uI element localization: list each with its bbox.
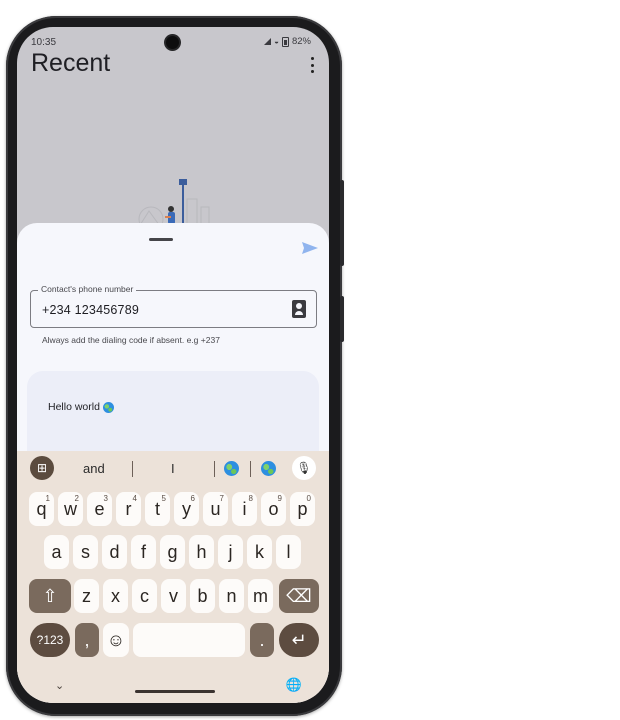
key-j[interactable]: j — [218, 535, 243, 569]
battery-percent: 82% — [291, 36, 311, 47]
key-hint: 3 — [103, 494, 108, 503]
enter-icon: ↵ — [291, 629, 307, 650]
send-icon[interactable] — [301, 241, 319, 255]
key-z[interactable]: z — [74, 579, 99, 613]
key-f[interactable]: f — [131, 535, 156, 569]
key-u[interactable]: u7 — [203, 492, 228, 526]
key-hint: 9 — [277, 494, 282, 503]
key-s[interactable]: s — [73, 535, 98, 569]
key-n[interactable]: n — [219, 579, 244, 613]
key-m[interactable]: m — [248, 579, 273, 613]
language-globe-icon[interactable]: 🌐 — [286, 677, 302, 693]
key-c[interactable]: c — [132, 579, 157, 613]
key-g[interactable]: g — [160, 535, 185, 569]
key-row-2: asdfghjkl — [17, 535, 329, 569]
key-d[interactable]: d — [102, 535, 127, 569]
status-time: 10:35 — [31, 37, 57, 48]
wifi-icon: ◒ — [274, 37, 279, 46]
key-i[interactable]: i8 — [232, 492, 257, 526]
globe-emoji-icon[interactable] — [261, 461, 276, 476]
drag-handle[interactable] — [149, 238, 173, 241]
key-r[interactable]: r4 — [116, 492, 141, 526]
key-k[interactable]: k — [247, 535, 272, 569]
page-title: Recent — [31, 49, 111, 77]
emoji-icon: ☺ — [106, 629, 126, 650]
screen: 10:35 ◒ 82% Recent Contact's phone numbe… — [17, 27, 329, 703]
suggestion-bar: ⊞ and I 🎙 — [17, 451, 329, 484]
suggestion-divider — [214, 461, 215, 477]
status-icons: ◒ 82% — [264, 36, 311, 47]
keyboard-nav-bar: ⌄ 🌐 — [17, 673, 329, 703]
signal-icon — [264, 38, 272, 45]
period-key[interactable]: . — [250, 623, 274, 657]
suggestion-divider — [132, 461, 133, 477]
key-v[interactable]: v — [161, 579, 186, 613]
key-hint: 7 — [219, 494, 224, 503]
globe-emoji-icon[interactable] — [224, 461, 239, 476]
key-o[interactable]: o9 — [261, 492, 286, 526]
key-a[interactable]: a — [44, 535, 69, 569]
key-hint: 6 — [190, 494, 195, 503]
key-hint: 4 — [132, 494, 137, 503]
message-value: Hello world — [48, 401, 100, 413]
backspace-key[interactable]: ⌫ — [279, 579, 319, 613]
key-p[interactable]: p0 — [290, 492, 315, 526]
helper-text: Always add the dialing code if absent. e… — [42, 335, 220, 345]
key-y[interactable]: y6 — [174, 492, 199, 526]
backspace-icon: ⌫ — [286, 585, 312, 606]
comma-key[interactable]: , — [75, 623, 99, 657]
key-row-4: ?123 , ☺ . ↵ — [17, 623, 329, 657]
keyboard: ⊞ and I 🎙 q1w2e3r4t5y6u7i8o9p0 asdfghjkl… — [17, 451, 329, 703]
key-row-1: q1w2e3r4t5y6u7i8o9p0 — [17, 492, 329, 526]
enter-key[interactable]: ↵ — [279, 623, 319, 657]
suggestion-i[interactable]: I — [171, 461, 175, 476]
home-indicator[interactable] — [135, 690, 215, 693]
mic-icon[interactable]: 🎙 — [292, 456, 316, 480]
message-input[interactable]: Hello world — [27, 371, 319, 451]
message-text[interactable]: Hello world — [48, 401, 114, 413]
key-q[interactable]: q1 — [29, 492, 54, 526]
phone-number-value[interactable]: +234 123456789 — [42, 303, 139, 317]
key-hint: 1 — [45, 494, 50, 503]
phone-number-field[interactable]: Contact's phone number +234 123456789 — [30, 284, 317, 328]
key-e[interactable]: e3 — [87, 492, 112, 526]
key-hint: 5 — [161, 494, 166, 503]
shift-icon: ⇧ — [42, 585, 58, 606]
key-hint: 8 — [248, 494, 253, 503]
power-button — [340, 296, 344, 342]
key-hint: 0 — [306, 494, 311, 503]
apps-icon[interactable]: ⊞ — [30, 456, 54, 480]
key-t[interactable]: t5 — [145, 492, 170, 526]
chevron-down-icon[interactable]: ⌄ — [55, 679, 64, 692]
globe-emoji-icon — [102, 401, 114, 413]
key-row-3: ⇧ ⌫ zxcvbnm — [17, 579, 329, 613]
space-key[interactable] — [133, 623, 245, 657]
key-label: i — [242, 498, 247, 519]
symbols-key[interactable]: ?123 — [30, 623, 70, 657]
key-h[interactable]: h — [189, 535, 214, 569]
shift-key[interactable]: ⇧ — [29, 579, 71, 613]
volume-button — [340, 180, 344, 266]
overflow-icon[interactable] — [307, 57, 317, 73]
front-camera — [166, 36, 179, 49]
suggestion-and[interactable]: and — [83, 461, 105, 476]
key-b[interactable]: b — [190, 579, 215, 613]
key-label: t — [154, 498, 160, 519]
contacts-icon[interactable] — [292, 300, 306, 318]
key-l[interactable]: l — [276, 535, 301, 569]
emoji-key[interactable]: ☺ — [103, 623, 129, 657]
field-label: Contact's phone number — [38, 284, 137, 294]
battery-icon — [281, 36, 289, 47]
suggestion-divider — [250, 461, 251, 477]
key-label: r — [125, 498, 132, 519]
key-hint: 2 — [74, 494, 79, 503]
key-w[interactable]: w2 — [58, 492, 83, 526]
key-x[interactable]: x — [103, 579, 128, 613]
